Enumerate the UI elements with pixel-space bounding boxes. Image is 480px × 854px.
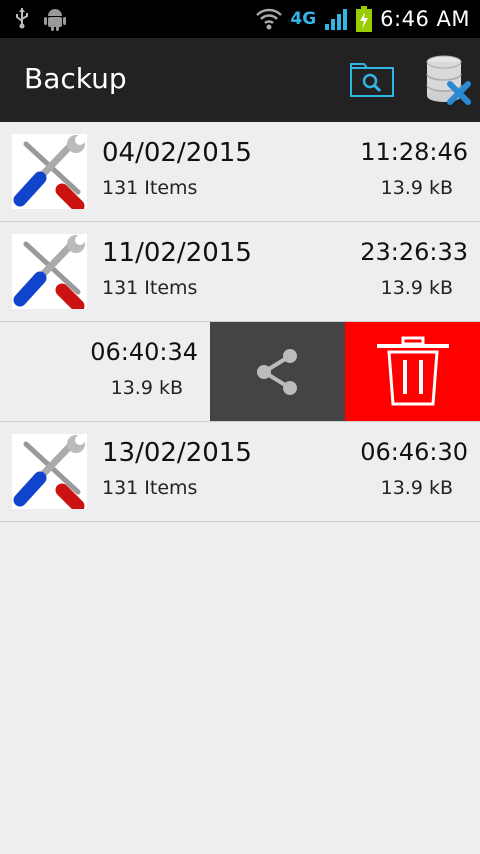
page-title: Backup [24, 62, 127, 95]
backup-size: 13.9 kB [110, 377, 183, 399]
backup-date: 11/02/2015 [102, 238, 252, 268]
android-debug-icon [44, 9, 66, 31]
network-type: 4G [290, 9, 317, 29]
backup-item-count: 131 Items [102, 177, 198, 199]
action-bar: Backup [0, 38, 480, 122]
backup-row[interactable]: 04/02/2015 131 Items 11:28:46 13.9 kB [0, 122, 480, 222]
clock: 6:46 AM [380, 7, 470, 31]
share-button[interactable] [210, 322, 345, 421]
wifi-icon [256, 8, 283, 30]
backup-time: 06:46:30 [360, 438, 468, 466]
backup-date: 04/02/2015 [102, 138, 252, 168]
backup-row-swiped[interactable]: 06:40:34 13.9 kB [0, 322, 480, 422]
tools-icon [12, 134, 87, 209]
status-bar: 4G 6:46 AM [0, 0, 480, 38]
database-delete-icon[interactable] [424, 54, 472, 106]
backup-list: 04/02/2015 131 Items 11:28:46 13.9 kB 11… [0, 122, 480, 522]
backup-item-count: 131 Items [102, 277, 198, 299]
backup-row[interactable]: 11/02/2015 131 Items 23:26:33 13.9 kB [0, 222, 480, 322]
backup-size: 13.9 kB [380, 277, 453, 299]
backup-size: 13.9 kB [380, 477, 453, 499]
backup-item-count: 131 Items [102, 477, 198, 499]
share-icon [256, 348, 297, 395]
battery-charging-icon [356, 6, 373, 32]
delete-button[interactable] [345, 322, 480, 421]
backup-size: 13.9 kB [380, 177, 453, 199]
backup-time: 11:28:46 [360, 138, 468, 166]
tools-icon [12, 234, 87, 309]
backup-time: 23:26:33 [360, 238, 468, 266]
folder-search-icon[interactable] [348, 60, 396, 100]
usb-icon [16, 8, 28, 29]
backup-date: 13/02/2015 [102, 438, 252, 468]
backup-time: 06:40:34 [90, 338, 198, 366]
backup-row[interactable]: 13/02/2015 131 Items 06:46:30 13.9 kB [0, 422, 480, 522]
signal-icon [325, 9, 348, 30]
tools-icon [12, 434, 87, 509]
trash-icon [376, 336, 449, 405]
